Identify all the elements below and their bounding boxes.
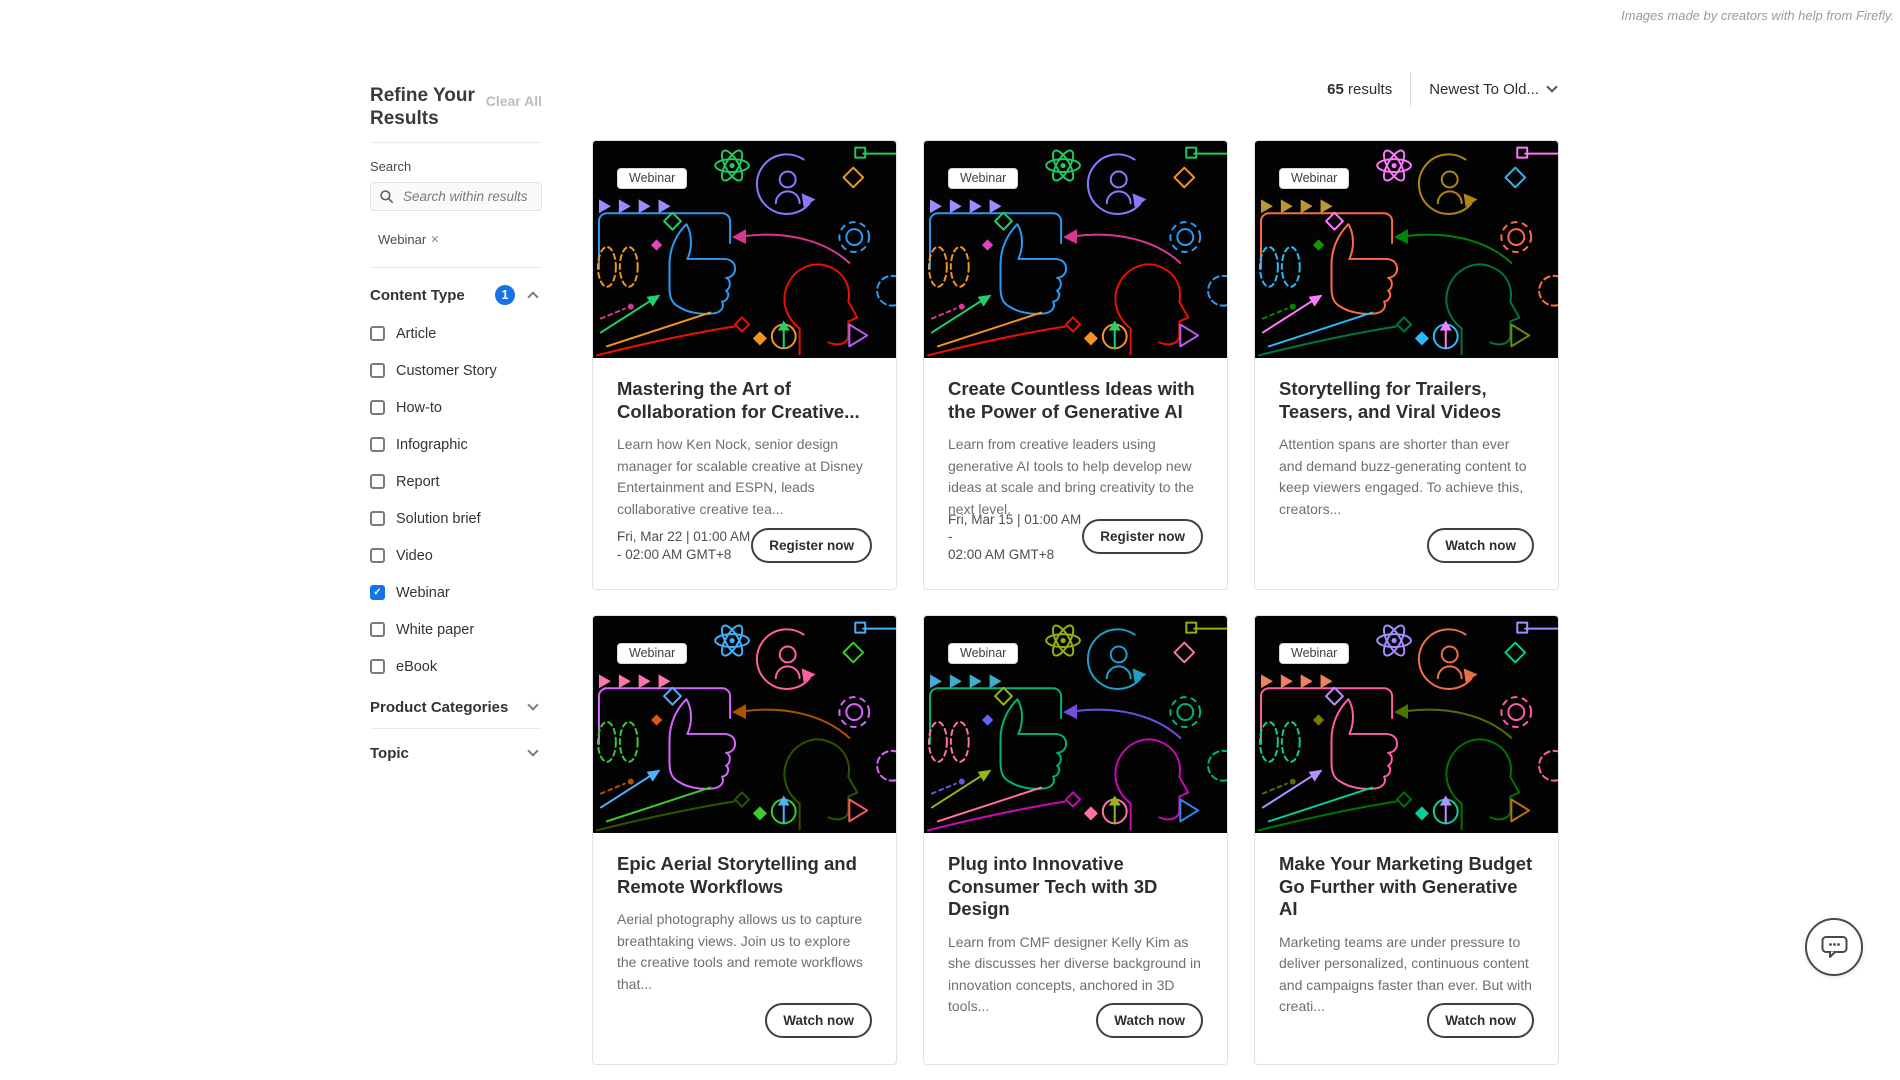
filter-option-how-to[interactable]: ✓ How-to: [370, 389, 542, 426]
watch-now-button[interactable]: Watch now: [1427, 1003, 1534, 1038]
card-title[interactable]: Storytelling for Trailers, Teasers, and …: [1279, 378, 1534, 423]
checkbox[interactable]: ✓: [370, 659, 385, 674]
divider: [1410, 72, 1411, 106]
checkbox[interactable]: ✓: [370, 326, 385, 341]
content-type-tag: Webinar: [1279, 643, 1349, 664]
register-now-button[interactable]: Register now: [751, 528, 872, 563]
search-input[interactable]: [401, 188, 532, 205]
filter-option-article[interactable]: ✓ Article: [370, 315, 542, 352]
chat-bubble-icon: [1821, 935, 1848, 959]
card-title[interactable]: Make Your Marketing Budget Go Further wi…: [1279, 853, 1534, 921]
checkbox[interactable]: ✓: [370, 548, 385, 563]
sort-dropdown[interactable]: Newest To Old...: [1429, 81, 1560, 98]
filter-option-infographic[interactable]: ✓ Infographic: [370, 426, 542, 463]
content-type-title: Content Type: [370, 287, 465, 304]
card-title[interactable]: Create Countless Ideas with the Power of…: [948, 378, 1203, 423]
card-thumbnail: Webinar: [1255, 616, 1558, 833]
content-type-tag: Webinar: [948, 168, 1018, 189]
selected-count-badge: 1: [495, 285, 515, 305]
card-title[interactable]: Plug into Innovative Consumer Tech with …: [948, 853, 1203, 921]
search-icon: [380, 190, 393, 203]
search-box[interactable]: [370, 182, 542, 211]
filter-option-webinar[interactable]: ✓ Webinar: [370, 574, 542, 611]
checkbox[interactable]: ✓: [370, 511, 385, 526]
filter-option-report[interactable]: ✓ Report: [370, 463, 542, 500]
chevron-down-icon[interactable]: [527, 745, 538, 756]
card-title[interactable]: Mastering the Art of Collaboration for C…: [617, 378, 872, 423]
filter-option-ebook[interactable]: ✓ eBook: [370, 648, 542, 685]
card-description: Learn from creative leaders using genera…: [948, 434, 1203, 520]
results-bar: 65 results Newest To Old...: [592, 72, 1560, 106]
watch-now-button[interactable]: Watch now: [1096, 1003, 1203, 1038]
divider: [370, 267, 542, 268]
product-categories-section-header[interactable]: Product Categories: [370, 695, 542, 719]
divider: [370, 728, 542, 729]
firefly-caption: Images made by creators with help from F…: [1621, 8, 1894, 23]
card-datetime: Fri, Mar 15 | 01:00 AM - 02:00 AM GMT+8: [948, 511, 1082, 564]
card-description: Attention spans are shorter than ever an…: [1279, 434, 1534, 520]
refine-sidebar: Refine Your Results Clear All Search Web…: [370, 84, 542, 765]
content-type-list: ✓ Article ✓ Customer Story ✓ How-to ✓ In…: [370, 315, 542, 685]
card-description: Aerial photography allows us to capture …: [617, 909, 872, 995]
active-filter-chip[interactable]: Webinar ✕: [378, 232, 439, 247]
card-thumbnail: Webinar: [1255, 141, 1558, 358]
chevron-down-icon[interactable]: [527, 699, 538, 710]
chevron-down-icon: [1546, 81, 1557, 92]
webinar-card[interactable]: Webinar Epic Aerial Storytelling and Rem…: [592, 615, 897, 1065]
register-now-button[interactable]: Register now: [1082, 519, 1203, 554]
filter-option-video[interactable]: ✓ Video: [370, 537, 542, 574]
results-grid: Webinar Mastering the Art of Collaborati…: [592, 140, 1559, 1065]
card-datetime: Fri, Mar 22 | 01:00 AM - 02:00 AM GMT+8: [617, 528, 750, 563]
content-type-tag: Webinar: [617, 168, 687, 189]
filter-option-solution-brief[interactable]: ✓ Solution brief: [370, 500, 542, 537]
clear-all-button[interactable]: Clear All: [486, 93, 542, 109]
checkbox[interactable]: ✓: [370, 585, 385, 600]
card-thumbnail: Webinar: [593, 616, 896, 833]
webinar-card[interactable]: Webinar Make Your Marketing Budget Go Fu…: [1254, 615, 1559, 1065]
divider: [370, 142, 542, 143]
checkbox[interactable]: ✓: [370, 622, 385, 637]
checkbox[interactable]: ✓: [370, 437, 385, 452]
active-filter-label: Webinar: [378, 232, 426, 247]
filter-option-white-paper[interactable]: ✓ White paper: [370, 611, 542, 648]
content-type-tag: Webinar: [948, 643, 1018, 664]
search-label: Search: [370, 159, 542, 174]
card-thumbnail: Webinar: [924, 616, 1227, 833]
topic-section-header[interactable]: Topic: [370, 741, 542, 765]
checkbox[interactable]: ✓: [370, 474, 385, 489]
card-thumbnail: Webinar: [924, 141, 1227, 358]
webinar-card[interactable]: Webinar Storytelling for Trailers, Tease…: [1254, 140, 1559, 590]
card-title[interactable]: Epic Aerial Storytelling and Remote Work…: [617, 853, 872, 898]
webinar-card[interactable]: Webinar Mastering the Art of Collaborati…: [592, 140, 897, 590]
card-description: Learn how Ken Nock, senior design manage…: [617, 434, 872, 520]
checkbox[interactable]: ✓: [370, 363, 385, 378]
card-thumbnail: Webinar: [593, 141, 896, 358]
webinar-card[interactable]: Webinar Create Countless Ideas with the …: [923, 140, 1228, 590]
remove-filter-icon[interactable]: ✕: [430, 233, 439, 246]
filter-option-customer-story[interactable]: ✓ Customer Story: [370, 352, 542, 389]
content-type-tag: Webinar: [1279, 168, 1349, 189]
watch-now-button[interactable]: Watch now: [1427, 528, 1534, 563]
content-type-section-header[interactable]: Content Type 1: [370, 283, 542, 307]
content-type-tag: Webinar: [617, 643, 687, 664]
webinar-card[interactable]: Webinar Plug into Innovative Consumer Te…: [923, 615, 1228, 1065]
results-count: 65 results: [1327, 81, 1392, 98]
checkbox[interactable]: ✓: [370, 400, 385, 415]
sidebar-title: Refine Your Results: [370, 84, 482, 130]
chat-button[interactable]: [1805, 918, 1863, 976]
chevron-up-icon[interactable]: [527, 291, 538, 302]
watch-now-button[interactable]: Watch now: [765, 1003, 872, 1038]
